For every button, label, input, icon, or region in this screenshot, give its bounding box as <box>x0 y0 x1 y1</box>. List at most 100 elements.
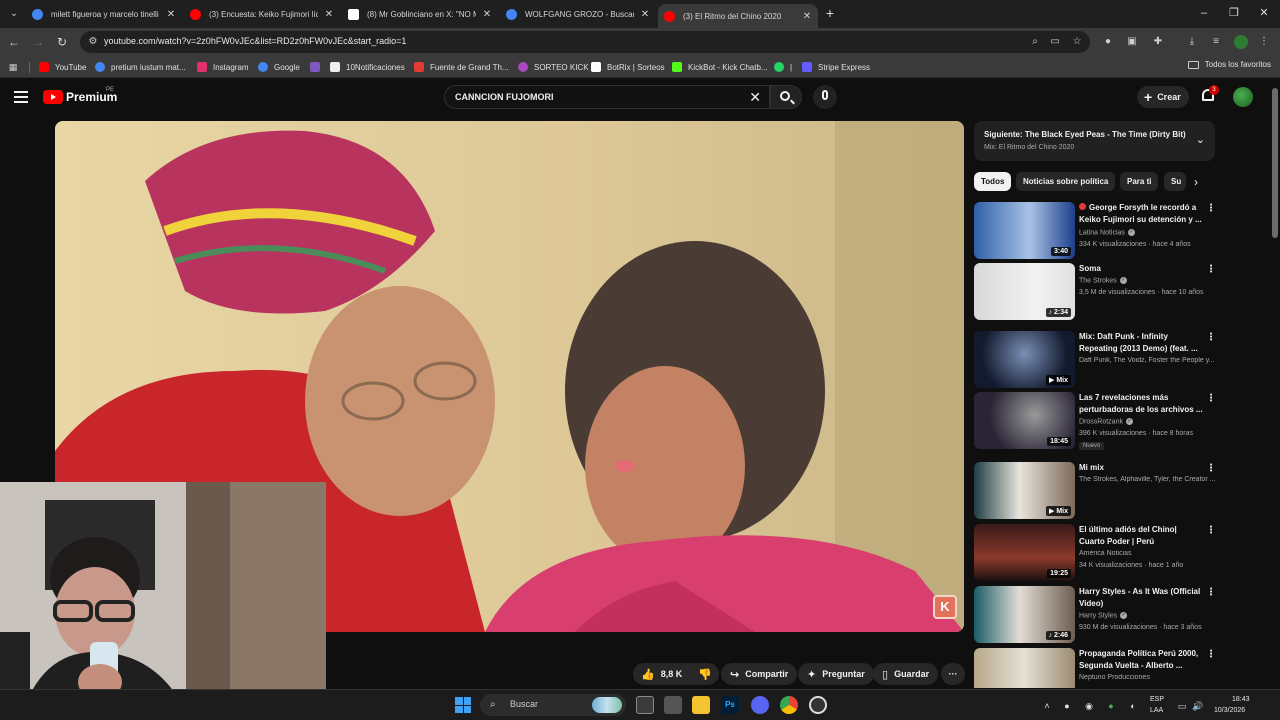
video-thumbnail[interactable] <box>974 648 1075 688</box>
browser-tab[interactable]: milett figueroa y marcelo tinelli ✕ <box>26 4 182 24</box>
channel-name[interactable]: DrossRotzank ✓ <box>1079 418 1217 425</box>
clear-search-icon[interactable]: ✕ <box>749 89 761 106</box>
keyboard-layout-secondary[interactable]: LAA <box>1150 707 1163 714</box>
page-scrollbar[interactable] <box>1270 80 1280 690</box>
bookmark-pretium[interactable]: pretium iustum mat... <box>95 60 186 74</box>
tray-chevron-icon[interactable]: ˄ <box>1041 700 1053 712</box>
close-window-icon[interactable]: ✕ <box>1256 6 1272 20</box>
kebab-menu-icon[interactable]: ⋮ <box>1206 649 1216 660</box>
recommendation-title[interactable]: Propaganda Política Perú 2000, Segunda V… <box>1079 648 1203 672</box>
apps-grid-icon[interactable]: ▦ <box>7 61 19 73</box>
tray-app-icon[interactable]: ● <box>1061 700 1073 712</box>
channel-name[interactable]: América Noticias <box>1079 550 1217 557</box>
extensions-puzzle-icon[interactable]: ✚ <box>1150 34 1166 50</box>
bookmark-unnamed[interactable] <box>310 60 326 74</box>
chip-for-you[interactable]: Para ti <box>1120 172 1159 191</box>
browser-tab[interactable]: (8) Mr Goblinciano en X: "NO M ✕ <box>342 4 498 24</box>
recommendation-title[interactable]: George Forsyth le recordó a Keiko Fujimo… <box>1079 202 1203 226</box>
extension-icon[interactable]: ● <box>1100 34 1116 50</box>
clock-time[interactable]: 18:43 <box>1232 696 1250 703</box>
more-actions-button[interactable]: ··· <box>941 663 965 685</box>
search-button[interactable] <box>770 85 802 109</box>
browser-tab[interactable]: (3) Encuesta: Keiko Fujimori líder ✕ <box>184 4 340 24</box>
close-icon[interactable]: ✕ <box>482 9 492 20</box>
kebab-menu-icon[interactable]: ⋮ <box>1206 332 1216 343</box>
video-thumbnail[interactable]: ♪ 2:46 <box>974 586 1075 643</box>
taskbar-app-icon[interactable] <box>809 696 827 714</box>
like-button[interactable]: 👍 8,8 K <box>633 663 690 685</box>
keyboard-layout-primary[interactable]: ESP <box>1150 696 1164 703</box>
taskbar-app-icon[interactable] <box>664 696 682 714</box>
recommendation-item[interactable]: ♪ 2:34 Soma The Strokes ✓ 3,5 M de visual… <box>974 263 1222 321</box>
recommendation-item[interactable]: Propaganda Política Perú 2000, Segunda V… <box>974 648 1222 688</box>
scrollbar-thumb[interactable] <box>1272 88 1278 238</box>
recommendation-item[interactable]: 18:45 Las 7 revelaciones más perturbador… <box>974 392 1222 450</box>
recommendation-item[interactable]: ▶ Mix Mi mix The Strokes, Alphaville, Ty… <box>974 462 1222 520</box>
create-button[interactable]: + Crear <box>1137 86 1189 108</box>
discord-icon[interactable] <box>751 696 769 714</box>
recommendation-item[interactable]: 19:25 El último adiós del Chino| Cuarto … <box>974 524 1222 582</box>
new-tab-icon[interactable]: + <box>823 6 837 20</box>
chip-more[interactable]: Su <box>1164 172 1186 191</box>
kebab-menu-icon[interactable]: ⋮ <box>1206 463 1216 474</box>
chevron-down-icon[interactable]: ⌄ <box>1196 133 1205 146</box>
bookmark-kickbot[interactable]: KickBot - Kick Chatb... <box>672 60 768 74</box>
bookmark-10notificaciones[interactable]: 10Notificaciones <box>330 60 405 74</box>
bookmark-whatsapp[interactable]: | <box>774 60 792 74</box>
channel-name[interactable]: Latina Noticias ✓ <box>1079 229 1217 236</box>
dislike-button[interactable]: 👎 <box>690 663 720 685</box>
voice-search-button[interactable] <box>813 85 837 109</box>
file-explorer-icon[interactable] <box>692 696 710 714</box>
url-text[interactable]: youtube.com/watch?v=2z0hFW0vJEc&list=RD2… <box>104 36 406 46</box>
tab-search-icon[interactable]: ⌄ <box>6 6 22 22</box>
browser-tab[interactable]: WOLFGANG GROZO - Buscar co ✕ <box>500 4 656 24</box>
restore-icon[interactable]: ❐ <box>1226 6 1242 20</box>
tray-app-icon[interactable]: ◐ <box>1127 700 1139 712</box>
notifications-button[interactable]: 3 <box>1201 85 1219 104</box>
channel-name[interactable]: Harry Styles ✓ <box>1079 612 1217 619</box>
zoom-icon[interactable]: ⌕ <box>1028 35 1042 49</box>
video-thumbnail[interactable]: ▶ Mix <box>974 331 1075 388</box>
recommendation-title[interactable]: Soma <box>1079 263 1203 275</box>
menu-icon[interactable] <box>14 91 28 103</box>
recommendation-title[interactable]: Mix: Daft Punk - Infinity Repeating (201… <box>1079 331 1203 355</box>
video-thumbnail[interactable]: 19:25 <box>974 524 1075 581</box>
taskbar-search[interactable]: ⌕ Buscar <box>480 694 626 716</box>
windows-start-icon[interactable] <box>455 697 471 713</box>
bookmark-google[interactable]: Google <box>258 60 300 74</box>
bookmark-stripe[interactable]: Stripe Express <box>802 60 870 74</box>
chip-all[interactable]: Todos <box>974 172 1012 191</box>
address-bar[interactable]: ⚙ youtube.com/watch?v=2z0hFW0vJEc&list=R… <box>80 31 1090 53</box>
tray-app-icon[interactable]: ● <box>1105 700 1117 712</box>
tray-app-icon[interactable]: ◉ <box>1083 700 1095 712</box>
video-thumbnail[interactable]: ♪ 2:34 <box>974 263 1075 320</box>
clock-date[interactable]: 10/3/2026 <box>1214 707 1245 714</box>
extension-icon[interactable]: ▣ <box>1124 34 1140 50</box>
monitor-icon[interactable]: ▭ <box>1176 700 1188 712</box>
chip-politics[interactable]: Noticias sobre política <box>1016 172 1116 191</box>
task-view-icon[interactable] <box>636 696 654 714</box>
recommendation-title[interactable]: El último adiós del Chino| Cuarto Poder … <box>1079 524 1203 548</box>
channel-name[interactable]: The Strokes, Alphaville, Tyler, the Crea… <box>1079 476 1217 483</box>
recommendation-item[interactable]: ♪ 2:46 Harry Styles - As It Was (Officia… <box>974 586 1222 644</box>
close-icon[interactable]: ✕ <box>640 9 650 20</box>
cast-icon[interactable]: ▭ <box>1048 35 1062 49</box>
close-icon[interactable]: ✕ <box>166 9 176 20</box>
kebab-menu-icon[interactable]: ⋮ <box>1256 34 1272 50</box>
all-bookmarks[interactable]: Todos los favoritos <box>1187 60 1271 69</box>
bookmark-botrix[interactable]: BotRix | Sorteos <box>591 60 665 74</box>
photoshop-icon[interactable]: Ps <box>721 696 739 714</box>
browser-tab-active[interactable]: (3) El Ritmo del Chino 2020 ✕ <box>658 4 818 28</box>
channel-name[interactable]: The Strokes ✓ <box>1079 277 1217 284</box>
video-thumbnail[interactable]: ▶ Mix <box>974 462 1075 519</box>
minimize-icon[interactable]: – <box>1196 6 1212 20</box>
kebab-menu-icon[interactable]: ⋮ <box>1206 393 1216 404</box>
download-icon[interactable]: ⤓ <box>1184 34 1200 50</box>
youtube-logo-icon[interactable] <box>43 90 63 104</box>
search-input[interactable]: CANNCION FUJOMORI ✕ <box>444 85 770 109</box>
bookmark-sorteo-kick[interactable]: SORTEO KICK <box>518 60 589 74</box>
chevron-right-icon[interactable]: › <box>1194 175 1198 189</box>
recommendation-title[interactable]: Las 7 revelaciones más perturbadoras de … <box>1079 392 1203 416</box>
bookmark-youtube[interactable]: YouTube <box>39 60 86 74</box>
kebab-menu-icon[interactable]: ⋮ <box>1206 525 1216 536</box>
